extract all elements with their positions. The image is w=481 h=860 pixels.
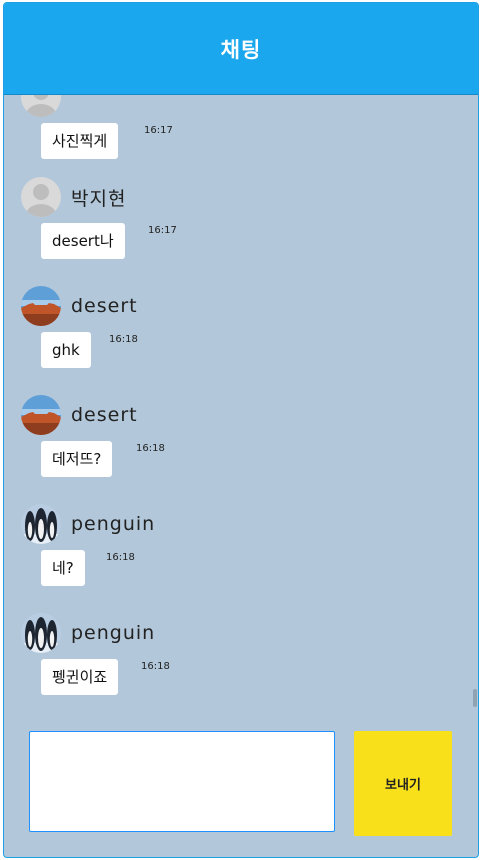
sender-name: desert <box>71 404 138 426</box>
sender-name: penguin <box>71 513 156 535</box>
message-time: 16:18 <box>136 443 165 454</box>
message-bubble: 네? <box>41 550 85 586</box>
message-time: 16:18 <box>141 661 170 672</box>
message-time: 16:18 <box>109 334 138 345</box>
message-time: 16:17 <box>148 225 177 236</box>
default-profile-avatar[interactable] <box>21 177 61 217</box>
message-bubble: desert나 <box>41 223 125 259</box>
message-bubble: 펭귄이죠 <box>41 659 119 695</box>
message-header: desert <box>21 395 138 435</box>
message-header: penguin <box>21 613 155 653</box>
penguin-photo-avatar[interactable] <box>21 504 61 544</box>
message-input[interactable] <box>29 731 335 832</box>
message-bubble: 사진찍게 <box>41 123 119 159</box>
message-bubble: 데저뜨? <box>41 441 113 477</box>
sender-name: 박지현 <box>71 187 127 210</box>
message-header <box>21 95 71 117</box>
header-title: 채팅 <box>220 37 262 62</box>
chat-header: 채팅 <box>4 3 478 95</box>
desert-photo-avatar[interactable] <box>21 286 61 326</box>
penguin-photo-avatar[interactable] <box>21 613 61 653</box>
default-profile-avatar[interactable] <box>21 95 61 117</box>
message-header: penguin <box>21 504 155 544</box>
chat-window: 채팅 사진찍게 16:17 박지현 desert나 16:17 desert g… <box>3 2 479 858</box>
send-button[interactable]: 보내기 <box>354 731 452 836</box>
message-time: 16:17 <box>144 125 173 136</box>
sender-name: desert <box>71 295 138 317</box>
message-header: desert <box>21 286 138 326</box>
message-bubble: ghk <box>41 332 91 368</box>
message-composer: 보내기 <box>4 713 478 857</box>
message-list-scrollbar[interactable] <box>473 689 477 707</box>
message-list[interactable]: 사진찍게 16:17 박지현 desert나 16:17 desert ghk <box>4 95 478 713</box>
message-time: 16:18 <box>106 552 135 563</box>
sender-name: penguin <box>71 622 156 644</box>
desert-photo-avatar[interactable] <box>21 395 61 435</box>
message-header: 박지현 <box>21 177 126 217</box>
